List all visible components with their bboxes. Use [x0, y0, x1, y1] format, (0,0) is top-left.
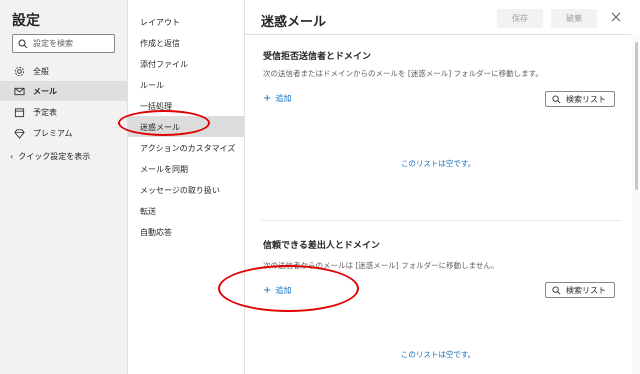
blocked-senders-description: 次の送信者またはドメインからのメールを [迷惑メール] フォルダーに移動します。	[263, 69, 543, 78]
nav-item-forwarding[interactable]: 転送	[128, 200, 244, 221]
sidebar-item-general[interactable]: 全般	[0, 61, 128, 81]
nav-item-label: メールを同期	[140, 165, 188, 174]
search-placeholder: 設定を検索	[33, 39, 73, 48]
nav-item-label: アクションのカスタマイズ	[140, 144, 236, 153]
nav-item-customize-actions[interactable]: アクションのカスタマイズ	[128, 137, 244, 158]
search-safe-list-button[interactable]: 検索リスト	[545, 282, 615, 298]
gear-icon	[14, 66, 25, 77]
nav-item-layout[interactable]: レイアウト	[128, 11, 244, 32]
search-icon	[552, 286, 561, 295]
nav-item-label: 添付ファイル	[140, 60, 188, 69]
nav-item-message-handling[interactable]: メッセージの取り扱い	[128, 179, 244, 200]
sidebar-item-label: プレミアム	[33, 129, 73, 138]
nav-item-auto-reply[interactable]: 自動応答	[128, 221, 244, 242]
nav-item-compose[interactable]: 作成と返信	[128, 32, 244, 53]
mail-icon	[14, 87, 25, 96]
search-icon	[552, 95, 561, 104]
chevron-left-icon: ‹	[10, 152, 14, 161]
scrollbar-thumb[interactable]	[635, 42, 638, 190]
sidebar-item-premium[interactable]: プレミアム	[0, 123, 128, 143]
plus-icon: +	[263, 93, 272, 104]
settings-search-input[interactable]: 設定を検索	[12, 34, 115, 53]
sidebar-item-calendar[interactable]: 予定表	[0, 102, 128, 122]
settings-title: 設定	[12, 13, 40, 29]
quick-settings-link[interactable]: ‹ クイック設定を表示	[10, 151, 90, 162]
add-label: 追加	[275, 94, 292, 103]
search-list-label: 検索リスト	[566, 95, 606, 104]
sidebar-item-label: メール	[33, 87, 57, 96]
nav-item-label: 転送	[140, 207, 156, 216]
blocked-empty-message: このリストは空です。	[400, 159, 476, 168]
section-divider	[261, 220, 621, 221]
safe-empty-message: このリストは空です。	[400, 350, 476, 359]
quick-settings-label: クイック設定を表示	[18, 152, 91, 161]
nav-item-label: レイアウト	[140, 18, 180, 27]
nav-item-label: ルール	[140, 81, 164, 90]
safe-senders-title: 信頼できる差出人とドメイン	[263, 241, 380, 251]
sidebar-item-label: 予定表	[33, 108, 57, 117]
blocked-senders-title: 受信拒否送信者とドメイン	[263, 52, 372, 62]
sidebar-item-mail[interactable]: メール	[0, 81, 128, 101]
sidebar-item-label: 全般	[33, 67, 49, 76]
calendar-icon	[14, 108, 25, 118]
search-blocked-list-button[interactable]: 検索リスト	[545, 91, 615, 107]
search-list-label: 検索リスト	[566, 286, 606, 295]
diamond-icon	[14, 129, 25, 139]
mail-settings-nav: レイアウト 作成と返信 添付ファイル ルール 一括処理 迷惑メール アクションの…	[128, 0, 245, 374]
nav-item-label: 自動応答	[140, 228, 172, 237]
annotation-ellipse-junk-nav	[118, 110, 210, 136]
annotation-ellipse-add-safe	[218, 265, 359, 312]
nav-item-label: メッセージの取り扱い	[140, 186, 220, 195]
discard-button[interactable]: 破棄	[551, 9, 597, 28]
nav-item-label: 作成と返信	[140, 39, 180, 48]
search-icon	[18, 39, 28, 49]
page-title: 迷惑メール	[261, 15, 327, 30]
nav-item-attachments[interactable]: 添付ファイル	[128, 53, 244, 74]
nav-item-sync[interactable]: メールを同期	[128, 158, 244, 179]
nav-item-rules[interactable]: ルール	[128, 74, 244, 95]
close-icon[interactable]	[608, 9, 624, 25]
settings-sidebar: 設定 設定を検索 全般 メール 予定表 プレミアム ‹ クイック設定を表示	[0, 0, 128, 374]
header-divider	[245, 34, 631, 35]
junk-email-settings: 迷惑メール 保存 破棄 受信拒否送信者とドメイン 次の送信者またはドメインからの…	[245, 0, 640, 374]
add-blocked-sender-button[interactable]: + 追加	[263, 93, 291, 104]
save-button[interactable]: 保存	[497, 9, 543, 28]
